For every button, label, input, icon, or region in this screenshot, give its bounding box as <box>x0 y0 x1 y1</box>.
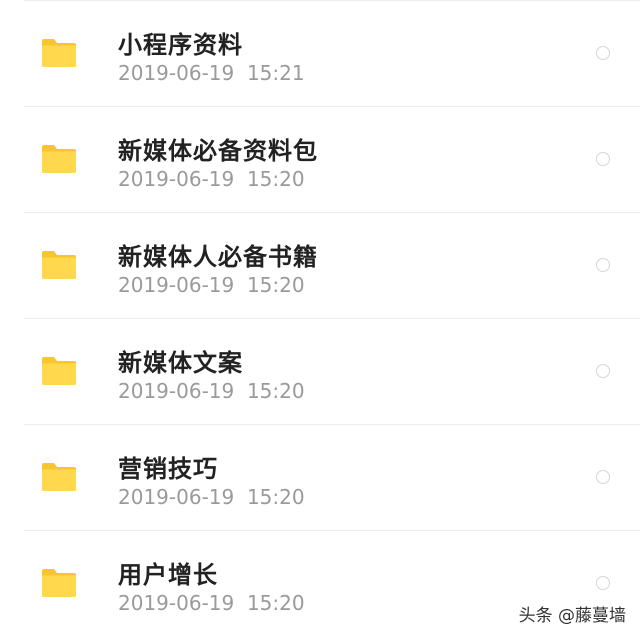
file-name: 新媒体人必备书籍 <box>118 243 318 271</box>
file-name: 新媒体文案 <box>118 349 243 377</box>
folder-icon <box>40 37 78 69</box>
radio-unchecked-icon[interactable] <box>596 46 610 60</box>
radio-unchecked-icon[interactable] <box>596 152 610 166</box>
file-list: 小程序资料 2019-06-19 15:21 新媒体必备资料包 2019-06-… <box>0 0 640 636</box>
file-date: 2019-06-19 15:20 <box>118 273 305 297</box>
folder-icon <box>40 567 78 599</box>
file-name: 用户增长 <box>118 561 218 589</box>
radio-unchecked-icon[interactable] <box>596 364 610 378</box>
file-date: 2019-06-19 15:20 <box>118 591 305 615</box>
folder-icon <box>40 355 78 387</box>
file-row[interactable]: 新媒体人必备书籍 2019-06-19 15:20 <box>0 213 640 319</box>
file-date: 2019-06-19 15:20 <box>118 379 305 403</box>
radio-unchecked-icon[interactable] <box>596 258 610 272</box>
file-name: 小程序资料 <box>118 31 243 59</box>
radio-unchecked-icon[interactable] <box>596 470 610 484</box>
file-name: 营销技巧 <box>118 455 218 483</box>
folder-icon <box>40 143 78 175</box>
folder-icon <box>40 249 78 281</box>
file-row[interactable]: 新媒体文案 2019-06-19 15:20 <box>0 319 640 425</box>
file-date: 2019-06-19 15:20 <box>118 167 305 191</box>
watermark: 头条 @藤蔓墙 <box>518 606 626 626</box>
file-date: 2019-06-19 15:20 <box>118 485 305 509</box>
radio-unchecked-icon[interactable] <box>596 576 610 590</box>
file-name: 新媒体必备资料包 <box>118 137 318 165</box>
file-date: 2019-06-19 15:21 <box>118 61 305 85</box>
folder-icon <box>40 461 78 493</box>
file-row[interactable]: 营销技巧 2019-06-19 15:20 <box>0 425 640 531</box>
file-row[interactable]: 新媒体必备资料包 2019-06-19 15:20 <box>0 107 640 213</box>
file-row[interactable]: 小程序资料 2019-06-19 15:21 <box>0 1 640 107</box>
